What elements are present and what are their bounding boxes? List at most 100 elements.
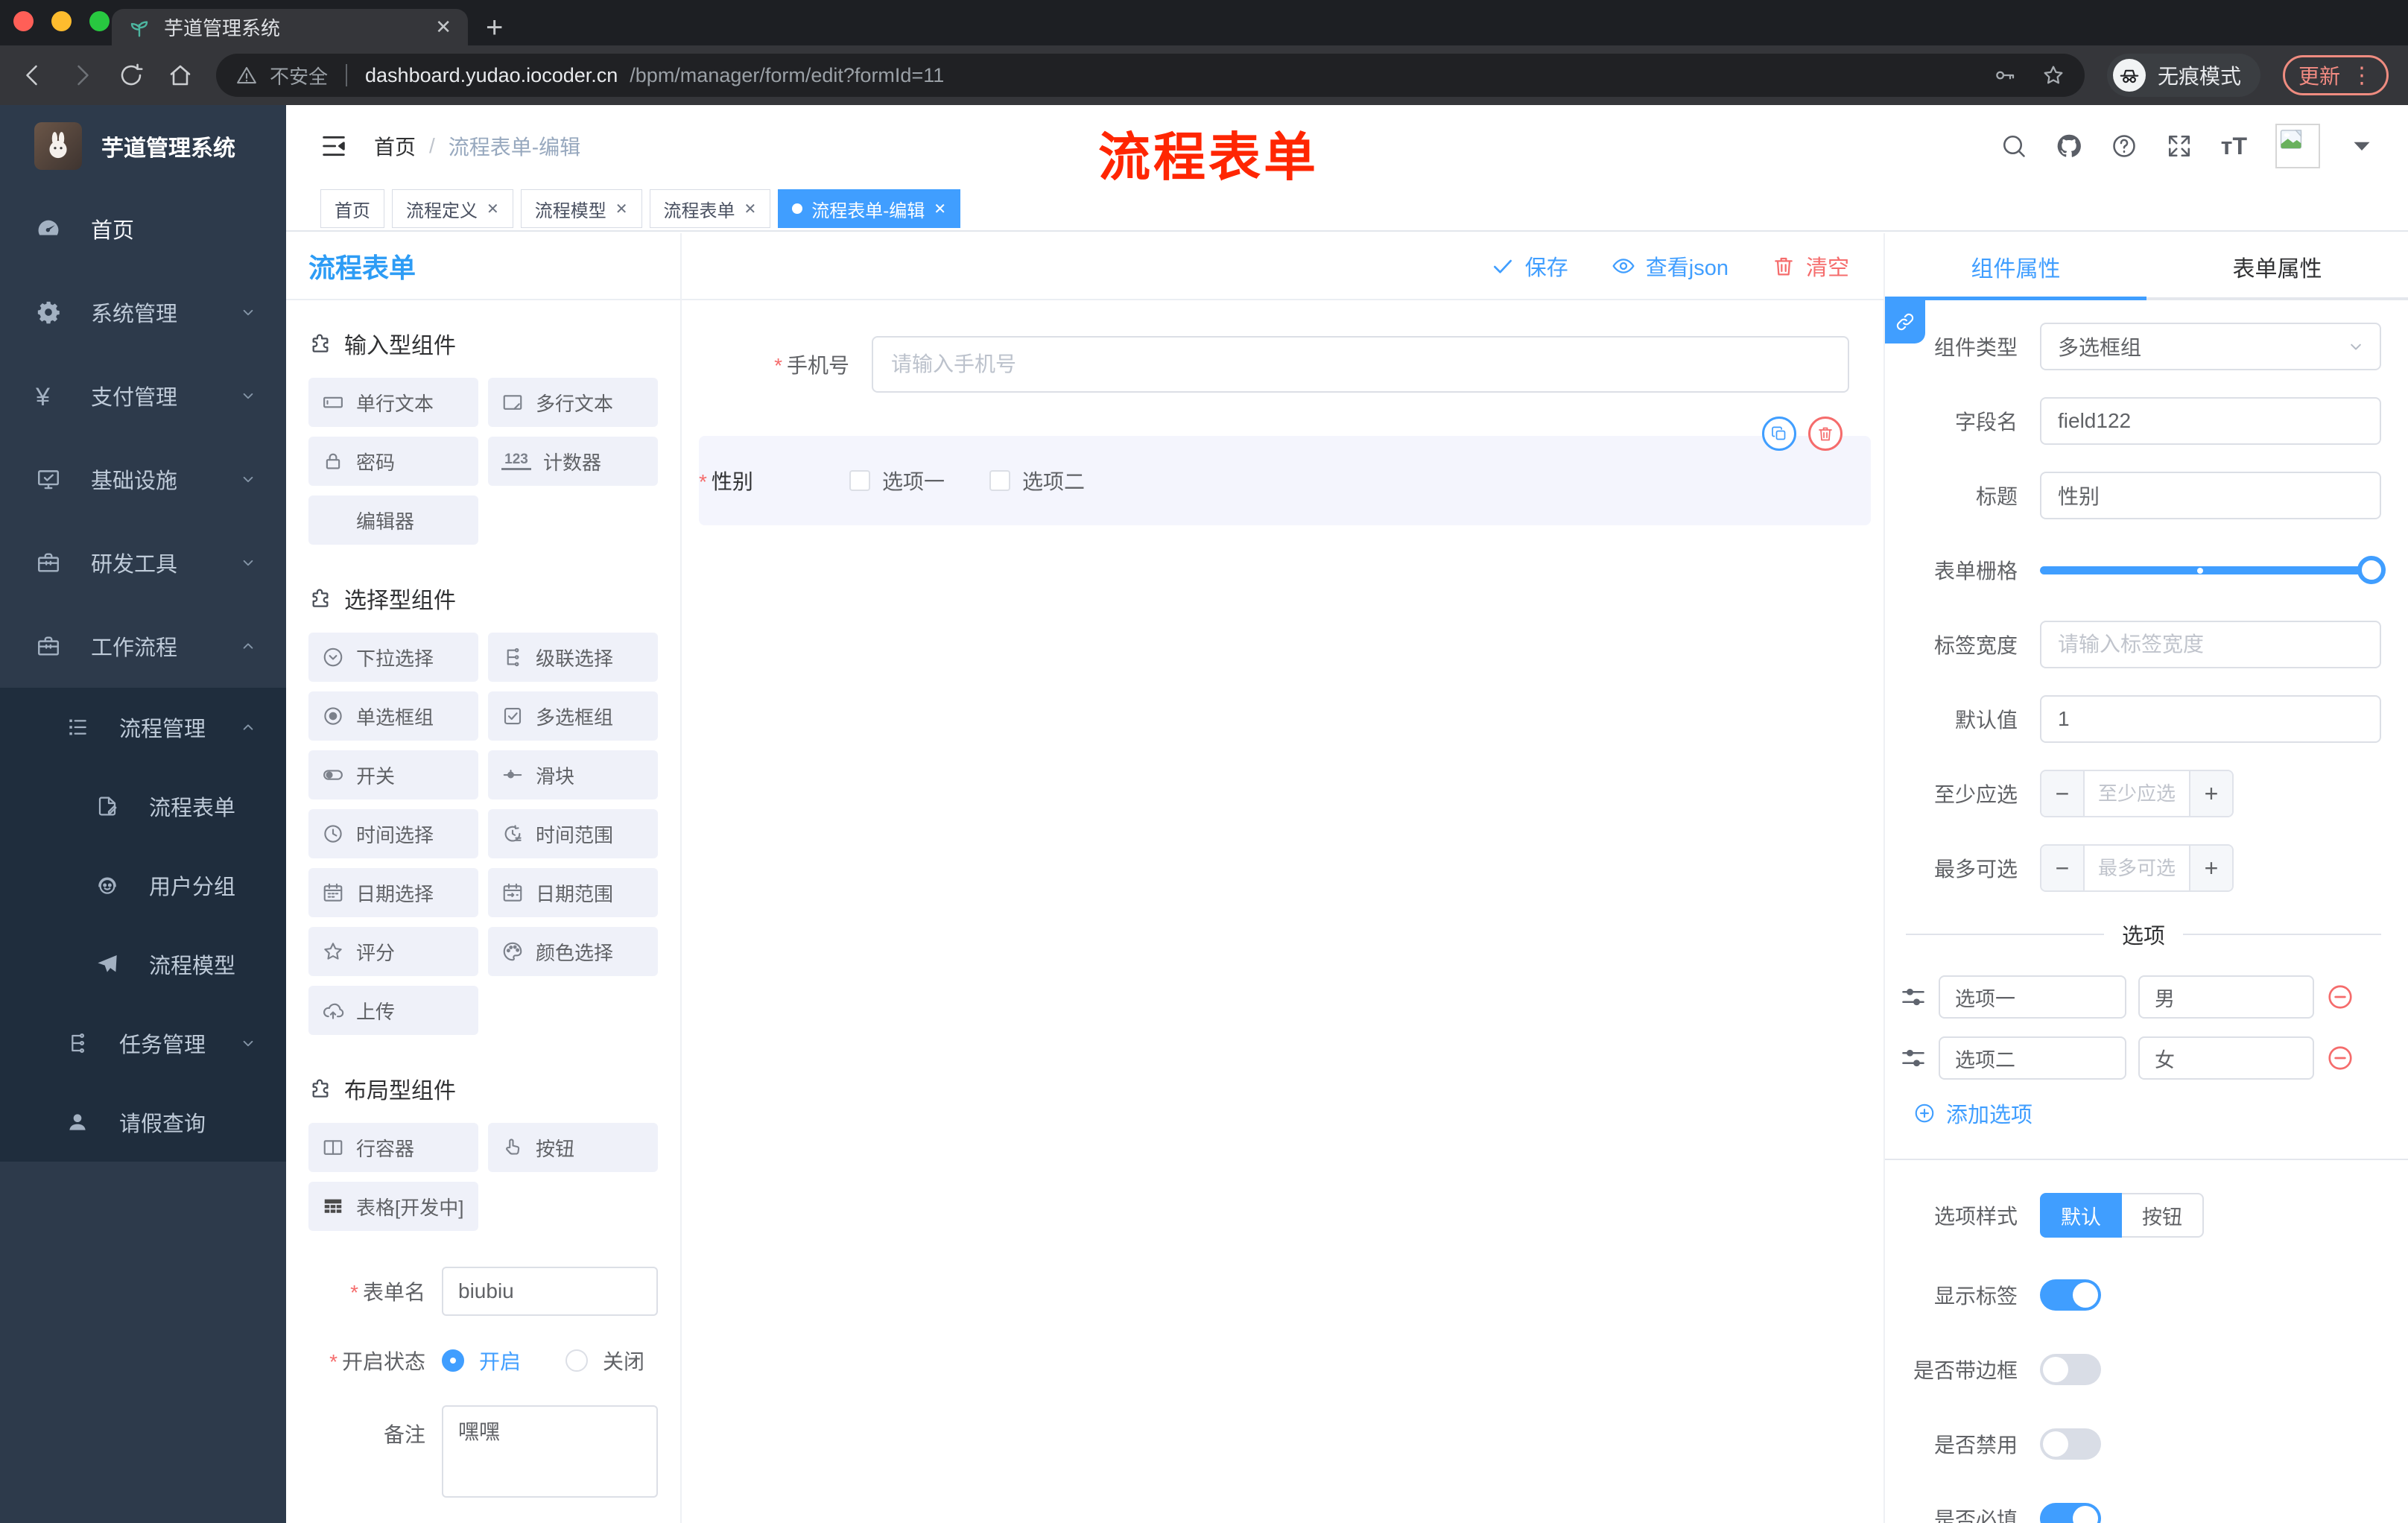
- grid-slider[interactable]: [2040, 546, 2386, 594]
- component-chip-rate[interactable]: 评分: [308, 927, 478, 976]
- min-checked-input[interactable]: [2083, 771, 2190, 816]
- sidebar-item-process-form[interactable]: 流程表单: [0, 767, 286, 846]
- tag-close-icon[interactable]: ✕: [934, 200, 946, 218]
- canvas-field-phone[interactable]: * 手机号: [682, 336, 1883, 393]
- component-chip-upload[interactable]: 上传: [308, 986, 478, 1035]
- option1-label-input[interactable]: [1939, 975, 2126, 1019]
- remark-textarea[interactable]: 嘿嘿: [442, 1405, 658, 1498]
- save-button[interactable]: 保存: [1491, 250, 1568, 282]
- slider-track[interactable]: [2040, 566, 2381, 574]
- component-chip-date-range[interactable]: 日期范围: [488, 868, 658, 917]
- tag-close-icon[interactable]: ✕: [487, 200, 499, 218]
- checkbox-option-1[interactable]: 选项一: [849, 466, 945, 495]
- radio-on[interactable]: [442, 1349, 464, 1372]
- tab-component-props[interactable]: 组件属性: [1885, 233, 2146, 300]
- component-chip-cascader[interactable]: 级联选择: [488, 633, 658, 682]
- component-chip-table[interactable]: 表格[开发中]: [308, 1182, 478, 1231]
- disabled-toggle[interactable]: [2040, 1428, 2101, 1460]
- close-window-button[interactable]: [13, 11, 34, 31]
- max-checked-input[interactable]: [2083, 846, 2190, 890]
- breadcrumb-home[interactable]: 首页: [374, 131, 416, 161]
- tag-process-form[interactable]: 流程表单 ✕: [649, 189, 771, 228]
- component-chip-multi-text[interactable]: 多行文本: [488, 378, 658, 427]
- component-chip-select[interactable]: 下拉选择: [308, 633, 478, 682]
- component-chip-checkbox-group[interactable]: 多选框组: [488, 691, 658, 741]
- checkbox-box[interactable]: [989, 470, 1011, 491]
- view-json-button[interactable]: 查看json: [1612, 250, 1729, 282]
- style-button-button[interactable]: 按钮: [2122, 1193, 2204, 1238]
- sidebar-collapse-icon[interactable]: [319, 131, 349, 161]
- sidebar-item-devtools[interactable]: 研发工具: [0, 521, 286, 604]
- forward-icon[interactable]: [69, 62, 95, 89]
- remove-option-icon[interactable]: [2326, 1044, 2354, 1072]
- tag-close-icon[interactable]: ✕: [615, 200, 628, 218]
- default-value-input[interactable]: [2040, 695, 2381, 743]
- tag-process-definition[interactable]: 流程定义 ✕: [392, 189, 513, 228]
- title-input[interactable]: [2040, 472, 2381, 519]
- sidebar-item-infra[interactable]: 基础设施: [0, 437, 286, 521]
- url-bar[interactable]: 不安全 dashboard.yudao.iocoder.cn /bpm/mana…: [216, 54, 2085, 97]
- tab-form-props[interactable]: 表单属性: [2146, 233, 2408, 300]
- minus-button[interactable]: −: [2041, 771, 2083, 816]
- field-name-input[interactable]: [2040, 397, 2381, 445]
- tag-home[interactable]: 首页: [320, 189, 384, 228]
- clear-button[interactable]: 清空: [1772, 250, 1849, 282]
- component-chip-slider[interactable]: 滑块: [488, 750, 658, 800]
- plus-button[interactable]: +: [2190, 846, 2232, 890]
- help-icon[interactable]: [2111, 133, 2138, 159]
- required-toggle[interactable]: [2040, 1503, 2101, 1523]
- sidebar-item-bpm-manage[interactable]: 流程管理: [0, 688, 286, 767]
- show-label-toggle[interactable]: [2040, 1279, 2101, 1311]
- link-handle-button[interactable]: [1885, 300, 1925, 343]
- not-secure-icon[interactable]: [235, 64, 258, 86]
- component-chip-time-range[interactable]: 时间范围: [488, 809, 658, 858]
- add-option-button[interactable]: 添加选项: [1913, 1098, 2381, 1129]
- component-chip-button[interactable]: 按钮: [488, 1123, 658, 1172]
- maximize-window-button[interactable]: [89, 11, 110, 31]
- component-chip-radio-group[interactable]: 单选框组: [308, 691, 478, 741]
- new-tab-button[interactable]: +: [486, 13, 503, 42]
- component-chip-color[interactable]: 颜色选择: [488, 927, 658, 976]
- avatar-caret-icon[interactable]: [2348, 133, 2375, 159]
- reload-icon[interactable]: [118, 62, 145, 89]
- drag-handle-icon[interactable]: [1900, 1045, 1927, 1071]
- form-name-input[interactable]: [442, 1267, 658, 1316]
- sidebar-item-workflow[interactable]: 工作流程: [0, 604, 286, 688]
- font-size-icon[interactable]: ᴛT: [2221, 133, 2247, 160]
- option1-value-input[interactable]: [2138, 975, 2314, 1019]
- canvas-field-gender-selected[interactable]: * 性别 选项一 选项二: [699, 417, 1871, 525]
- search-icon[interactable]: [2000, 133, 2027, 159]
- sidebar-item-pay[interactable]: ¥ 支付管理: [0, 354, 286, 437]
- sidebar-item-user-group[interactable]: 用户分组: [0, 846, 286, 925]
- sidebar-item-system[interactable]: 系统管理: [0, 270, 286, 354]
- drag-handle-icon[interactable]: [1900, 984, 1927, 1010]
- component-chip-counter[interactable]: 123 计数器: [488, 437, 658, 486]
- border-toggle[interactable]: [2040, 1354, 2101, 1385]
- style-default-button[interactable]: 默认: [2040, 1193, 2122, 1238]
- duplicate-field-button[interactable]: [1762, 417, 1796, 451]
- sidebar-item-home[interactable]: 首页: [0, 187, 286, 270]
- avatar[interactable]: [2275, 124, 2320, 168]
- minus-button[interactable]: −: [2041, 846, 2083, 890]
- component-chip-password[interactable]: 密码: [308, 437, 478, 486]
- radio-on-label[interactable]: 开启: [479, 1346, 521, 1375]
- tab-close-icon[interactable]: ✕: [435, 16, 452, 39]
- tag-process-form-edit[interactable]: 流程表单-编辑 ✕: [778, 189, 961, 228]
- update-browser-button[interactable]: 更新 ⋮: [2282, 55, 2389, 95]
- sidebar-logo[interactable]: 芋道管理系统: [0, 105, 286, 187]
- option2-value-input[interactable]: [2138, 1036, 2314, 1080]
- component-chip-switch[interactable]: 开关: [308, 750, 478, 800]
- radio-off-label[interactable]: 关闭: [603, 1346, 644, 1375]
- home-icon[interactable]: [167, 62, 194, 89]
- radio-off[interactable]: [565, 1349, 589, 1372]
- window-controls[interactable]: [13, 11, 110, 31]
- browser-menu-icon[interactable]: ⋮: [2351, 63, 2373, 89]
- minimize-window-button[interactable]: [51, 11, 72, 31]
- github-icon[interactable]: [2056, 133, 2082, 159]
- back-icon[interactable]: [19, 62, 46, 89]
- component-chip-date[interactable]: 日期选择: [308, 868, 478, 917]
- sidebar-item-process-model[interactable]: 流程模型: [0, 925, 286, 1004]
- bookmark-star-icon[interactable]: [2041, 63, 2065, 87]
- phone-input[interactable]: [872, 336, 1849, 393]
- label-width-input[interactable]: [2040, 621, 2381, 668]
